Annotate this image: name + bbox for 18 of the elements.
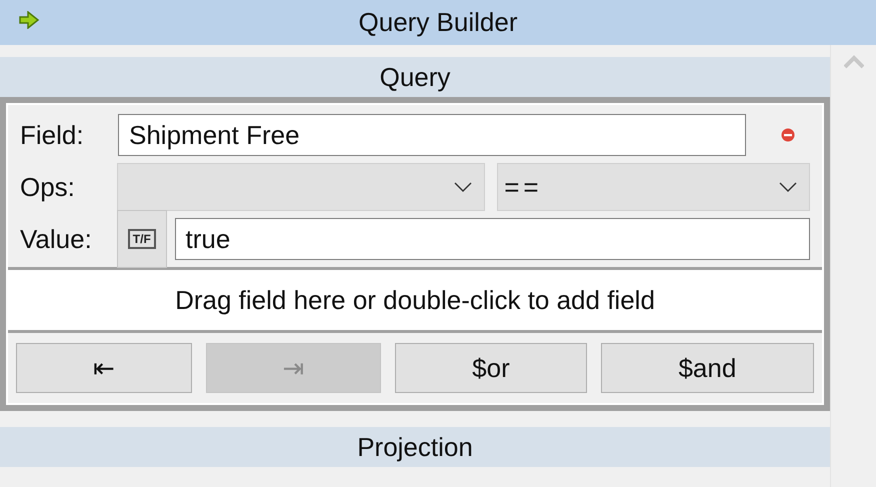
chevron-icon	[454, 182, 472, 192]
value-input[interactable]: true	[174, 218, 810, 260]
type-toggle-button[interactable]: T/F	[117, 210, 167, 268]
section-header[interactable]: Query	[0, 57, 830, 97]
toolbar-button[interactable]: $or	[395, 343, 587, 393]
field-label: Field:	[20, 120, 85, 150]
operator-dropdown[interactable]: ==	[497, 163, 810, 211]
window-title: Query Builder	[358, 7, 518, 38]
section-header[interactable]: Projection	[0, 427, 830, 467]
toolbar-button[interactable]: ⇤	[16, 343, 192, 393]
remove-icon[interactable]	[781, 128, 795, 142]
value-label: Value:	[20, 224, 93, 254]
toolbar-button[interactable]: $and	[600, 343, 814, 393]
field-input[interactable]: Shipment Free	[118, 114, 746, 156]
arrow-icon[interactable]	[18, 11, 40, 29]
ops-label: Ops:	[20, 172, 76, 202]
drop-zone[interactable]: Drag field here or double-click to add field	[8, 267, 822, 333]
chevron-icon	[779, 182, 798, 192]
